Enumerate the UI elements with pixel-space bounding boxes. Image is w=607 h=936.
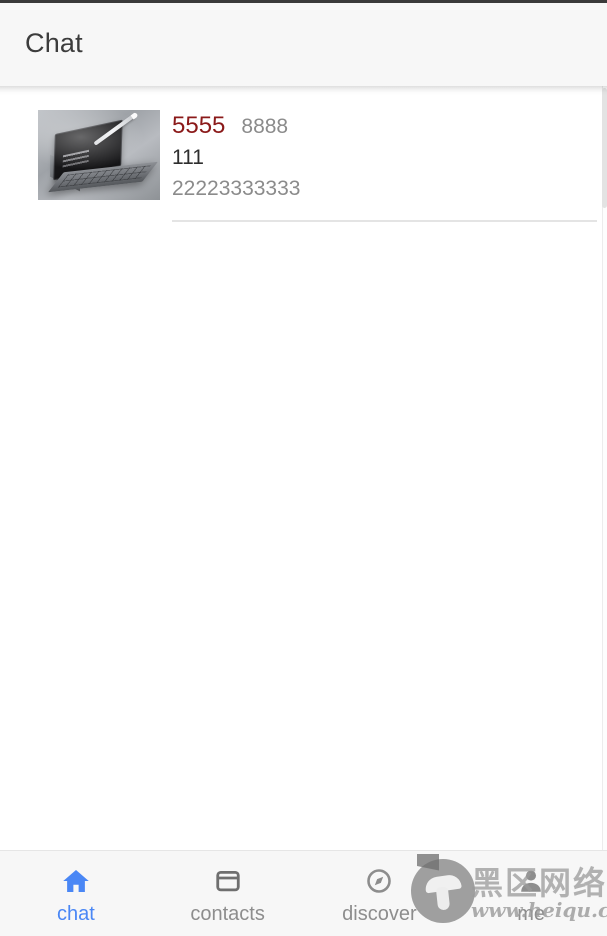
- chat-thumbnail-image: [38, 110, 160, 200]
- nav-tab-discover[interactable]: discover: [304, 851, 456, 936]
- list-item-title-row: 5555 8888: [172, 111, 607, 142]
- list-item-text-column: 5555 8888 111 22223333333: [160, 110, 607, 222]
- chat-subject: 111: [172, 146, 204, 169]
- bottom-navigation-bar: chat contacts discover me 黑区网络 www.heiqu…: [0, 850, 607, 936]
- nav-tab-me-label: me: [517, 903, 546, 925]
- vertical-scrollbar[interactable]: [602, 86, 607, 850]
- thumbnail-glow-overlay: [38, 110, 160, 200]
- compass-icon: [364, 866, 394, 896]
- window-icon: [213, 866, 243, 896]
- nav-tab-discover-label: discover: [342, 903, 417, 925]
- chat-app-screen: Chat 5555 8888 111 22223333333 chat cont…: [0, 0, 607, 936]
- app-header: Chat: [0, 0, 607, 86]
- nav-tab-chat[interactable]: chat: [0, 851, 152, 936]
- chat-preview: 22223333333: [172, 177, 301, 200]
- chat-list-scroll-area[interactable]: 5555 8888 111 22223333333: [0, 86, 607, 850]
- nav-tab-contacts[interactable]: contacts: [152, 851, 304, 936]
- nav-tab-contacts-label: contacts: [190, 903, 265, 925]
- top-edge-rule: [0, 0, 607, 3]
- nav-tab-me[interactable]: me: [455, 851, 607, 936]
- page-title: Chat: [25, 27, 83, 58]
- nav-tab-chat-label: chat: [56, 903, 95, 925]
- list-item-divider: [172, 220, 597, 222]
- person-icon: [516, 866, 546, 896]
- chat-tag: 8888: [241, 115, 289, 138]
- scrollbar-thumb[interactable]: [602, 88, 607, 208]
- home-icon: [61, 866, 91, 896]
- chat-name: 5555: [172, 112, 226, 139]
- list-item[interactable]: 5555 8888 111 22223333333: [0, 86, 607, 222]
- chat-list: 5555 8888 111 22223333333: [0, 86, 607, 222]
